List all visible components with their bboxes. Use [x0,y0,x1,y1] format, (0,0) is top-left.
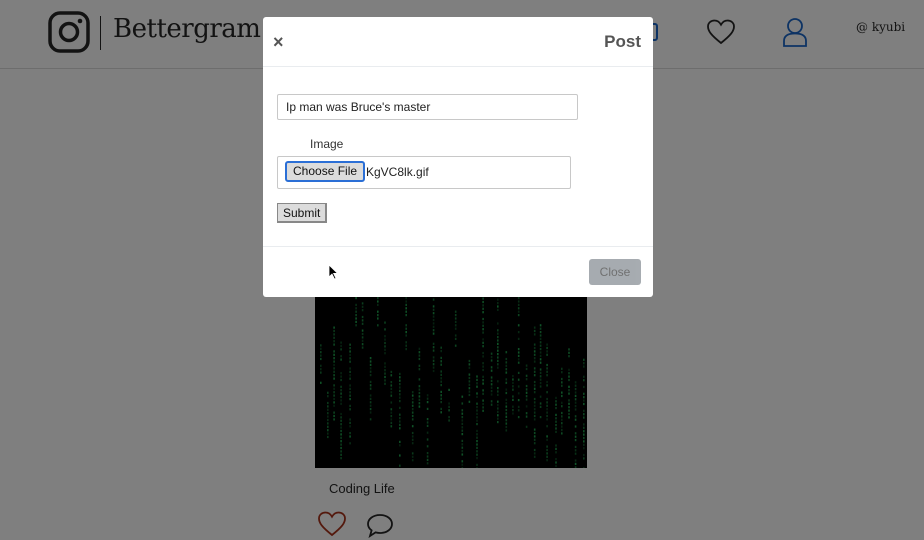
modal-title: Post [604,32,641,51]
submit-button[interactable]: Submit [277,203,328,223]
modal-footer: Close [263,246,653,298]
file-input[interactable]: Choose File KgVC8lk.gif [277,156,571,189]
caption-input[interactable] [277,94,578,120]
choose-file-button[interactable]: Choose File [285,161,366,182]
close-button[interactable]: Close [589,259,641,285]
image-label: Image [310,137,344,151]
selected-file-name: KgVC8lk.gif [366,165,429,179]
close-x-button[interactable]: × [273,33,284,51]
post-modal: × Post Image Choose File KgVC8lk.gif Sub… [263,17,653,297]
modal-header: × Post [263,17,653,67]
mouse-cursor-icon [328,264,338,280]
